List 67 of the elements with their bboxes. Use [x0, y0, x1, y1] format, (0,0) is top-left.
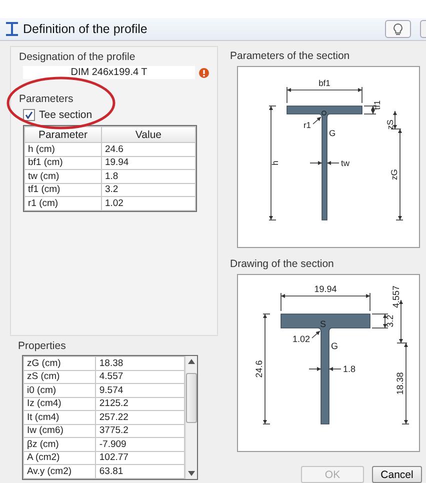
value-cell: 9.574 [96, 384, 184, 397]
property-cell: h (cm) [24, 142, 102, 156]
property-cell: i0 (cm) [24, 384, 96, 397]
dimension-label: G [329, 128, 336, 138]
value-cell: 3775.2 [96, 424, 184, 438]
scrollbar-thumb[interactable] [186, 373, 197, 424]
dimension-label: 3.2 [385, 314, 395, 328]
section-label: Drawing of the section [230, 258, 335, 270]
value-cell: 257.22 [96, 410, 184, 424]
dimension-label: G [331, 341, 338, 351]
dimension-label: 24.6 [254, 360, 264, 378]
property-cell: zG (cm) [24, 356, 96, 370]
dimension-label: 1.02 [292, 334, 310, 344]
value-cell: 1.8 [101, 170, 196, 183]
value-cell: 4.557 [96, 370, 184, 384]
property-cell: Iw (cm6) [24, 424, 96, 438]
property-cell: βz (cm) [24, 438, 96, 451]
value-cell: 24.6 [101, 142, 196, 156]
value-cell: 1.02 [101, 196, 196, 210]
section-label: Parameters of the section [230, 50, 351, 62]
dimension-label: h [270, 160, 280, 166]
column-header: Parameter [24, 126, 102, 142]
property-cell: Av.y (cm2) [24, 464, 96, 478]
property-cell: tw (cm) [24, 170, 102, 183]
lightbulb-icon [393, 23, 403, 35]
dimension-label: bf1 [318, 78, 330, 88]
value-cell: 2125.2 [96, 397, 184, 410]
dimension-label: 18.38 [395, 372, 405, 395]
section-label: Parameters [19, 93, 74, 105]
window-title: Definition of the profile [23, 22, 148, 36]
checkbox-label: Tee section [39, 109, 92, 121]
section-label: Designation of the profile [19, 51, 136, 63]
property-cell: It (cm4) [24, 410, 96, 424]
property-cell: bf1 (cm) [24, 156, 102, 170]
i-beam-icon [6, 22, 18, 36]
dimension-label: tf1 [372, 100, 382, 110]
dimension-line [310, 161, 340, 165]
leader-line [312, 330, 320, 338]
tee-section-checkbox[interactable] [23, 109, 35, 121]
section-label: Properties [18, 340, 67, 352]
value-cell: 19.94 [101, 156, 196, 170]
property-cell: tf1 (cm) [24, 183, 102, 196]
dimension-label: zS [385, 120, 395, 130]
leader-line [312, 116, 322, 124]
value-cell: -7.909 [96, 438, 184, 451]
help-button[interactable] [385, 20, 411, 38]
value-cell: 102.77 [96, 451, 184, 464]
designation-field[interactable]: DIM 246x199.4 T [23, 66, 195, 79]
column-header: Value [101, 126, 196, 142]
property-cell: Iz (cm4) [24, 397, 96, 410]
scroll-up-icon[interactable] [188, 359, 195, 364]
scroll-down-icon[interactable] [188, 470, 195, 476]
dimension-line [308, 367, 342, 371]
dimension-label: S [320, 319, 326, 329]
dimension-label: 4.557 [391, 285, 401, 308]
value-cell: 18.38 [96, 356, 184, 370]
dimension-label: 1.8 [343, 364, 356, 374]
dimension-label: 19.94 [314, 284, 337, 294]
value-cell: 3.2 [101, 183, 196, 196]
dimension-label: r1 [303, 120, 311, 130]
value-cell: 63.81 [96, 464, 184, 478]
dimension-label: zG [389, 169, 399, 180]
property-cell: r1 (cm) [24, 196, 102, 210]
dimension-label: tw [341, 158, 350, 168]
property-cell: A (cm2) [24, 451, 96, 464]
property-cell: zS (cm) [24, 370, 96, 384]
dialog-button[interactable]: Cancel [372, 466, 422, 483]
